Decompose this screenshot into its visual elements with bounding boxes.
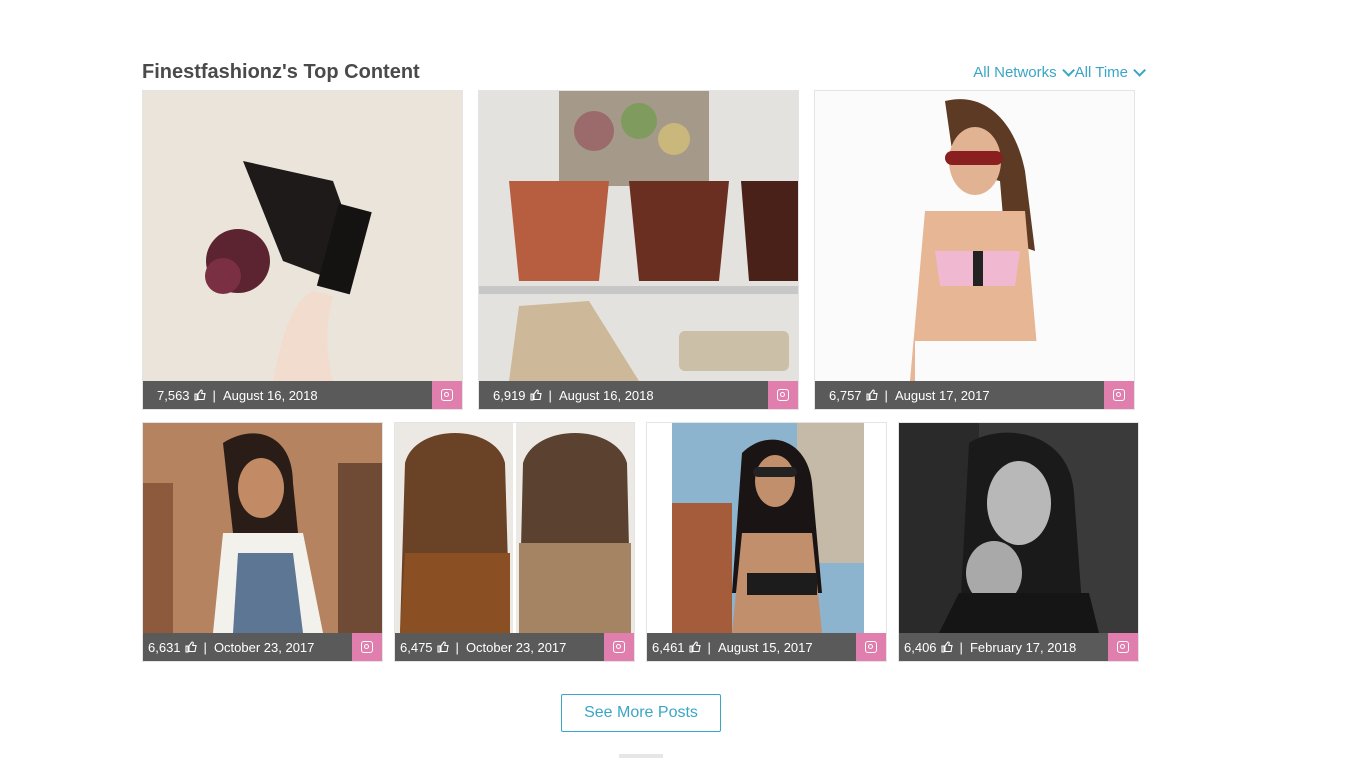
separator: | xyxy=(959,639,963,655)
post-card[interactable]: 7,563 | August 16, 2018 xyxy=(142,90,463,410)
post-image xyxy=(479,91,798,381)
separator: | xyxy=(884,387,888,403)
post-image xyxy=(647,423,886,633)
scroll-indicator xyxy=(619,754,663,758)
post-date: August 16, 2018 xyxy=(222,387,318,403)
network-filter-label: All Networks xyxy=(973,64,1057,81)
instagram-icon[interactable] xyxy=(1104,381,1134,409)
like-count: 6,757 xyxy=(829,387,862,403)
like-count: 7,563 xyxy=(157,387,190,403)
separator: | xyxy=(212,387,216,403)
post-card[interactable]: 6,919 | August 16, 2018 xyxy=(478,90,799,410)
see-more-posts-button[interactable]: See More Posts xyxy=(561,694,721,732)
instagram-icon[interactable] xyxy=(768,381,798,409)
like-count: 6,461 xyxy=(652,639,685,655)
post-card[interactable]: 6,631 | October 23, 2017 xyxy=(142,422,383,662)
post-stats-bar: 6,919 | August 16, 2018 xyxy=(479,381,798,409)
post-card[interactable]: 6,475 | October 23, 2017 xyxy=(394,422,635,662)
separator: | xyxy=(707,639,711,655)
instagram-icon[interactable] xyxy=(604,633,634,661)
post-stats-bar: 6,406 | February 17, 2018 xyxy=(899,633,1138,661)
post-stats-bar: 7,563 | August 16, 2018 xyxy=(143,381,462,409)
thumbs-up-icon xyxy=(865,389,878,401)
thumbs-up-icon xyxy=(529,389,542,401)
chevron-down-icon xyxy=(1061,64,1075,77)
like-count: 6,406 xyxy=(904,639,937,655)
post-card[interactable]: 6,461 | August 15, 2017 xyxy=(646,422,887,662)
thumbs-up-icon xyxy=(436,641,449,653)
post-date: October 23, 2017 xyxy=(465,639,567,655)
thumbs-up-icon xyxy=(688,641,701,653)
post-date: February 17, 2018 xyxy=(969,639,1077,655)
separator: | xyxy=(455,639,459,655)
instagram-icon[interactable] xyxy=(432,381,462,409)
like-count: 6,631 xyxy=(148,639,181,655)
filter-group: All Networks All Time xyxy=(973,64,1146,81)
separator: | xyxy=(548,387,552,403)
thumbs-up-icon xyxy=(193,389,206,401)
instagram-icon[interactable] xyxy=(856,633,886,661)
post-card[interactable]: 6,757 | August 17, 2017 xyxy=(814,90,1135,410)
top-content-header: Finestfashionz's Top Content All Network… xyxy=(142,58,1146,88)
post-date: October 23, 2017 xyxy=(213,639,315,655)
post-stats-bar: 6,475 | October 23, 2017 xyxy=(395,633,634,661)
page-title: Finestfashionz's Top Content xyxy=(142,61,420,83)
post-stats-bar: 6,631 | October 23, 2017 xyxy=(143,633,382,661)
like-count: 6,919 xyxy=(493,387,526,403)
post-card[interactable]: 6,406 | February 17, 2018 xyxy=(898,422,1139,662)
post-image xyxy=(143,91,462,381)
thumbs-up-icon xyxy=(940,641,953,653)
time-filter-label: All Time xyxy=(1074,64,1128,81)
post-image xyxy=(395,423,634,633)
separator: | xyxy=(203,639,207,655)
post-date: August 16, 2018 xyxy=(558,387,654,403)
post-image xyxy=(143,423,382,633)
post-stats-bar: 6,757 | August 17, 2017 xyxy=(815,381,1134,409)
network-filter-dropdown[interactable]: All Networks xyxy=(973,64,1075,81)
post-date: August 15, 2017 xyxy=(717,639,813,655)
instagram-icon[interactable] xyxy=(1108,633,1138,661)
post-image xyxy=(899,423,1138,633)
post-date: August 17, 2017 xyxy=(894,387,990,403)
time-filter-dropdown[interactable]: All Time xyxy=(1074,64,1146,81)
chevron-down-icon xyxy=(1133,64,1146,77)
post-stats-bar: 6,461 | August 15, 2017 xyxy=(647,633,886,661)
like-count: 6,475 xyxy=(400,639,433,655)
thumbs-up-icon xyxy=(184,641,197,653)
post-image xyxy=(815,91,1134,381)
instagram-icon[interactable] xyxy=(352,633,382,661)
